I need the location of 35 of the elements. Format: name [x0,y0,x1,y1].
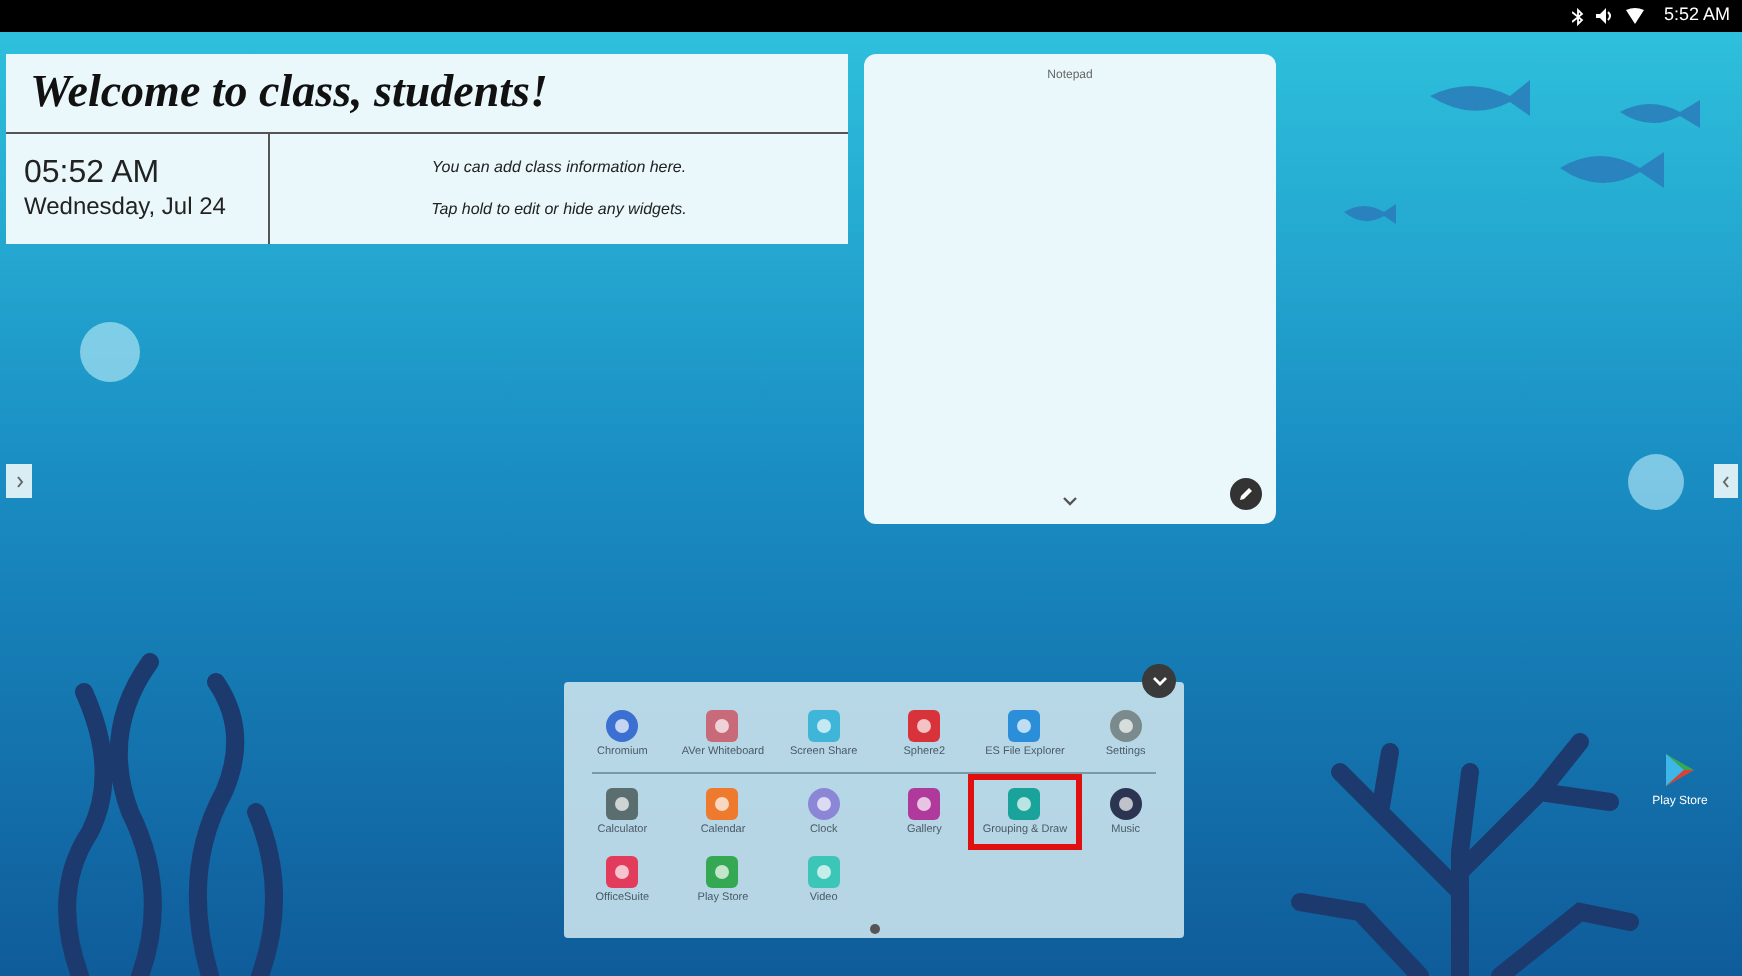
app-icon [1107,708,1144,744]
app-icon [805,786,842,822]
app-icon [604,708,641,744]
app-icon [906,708,943,744]
clock-date: Wednesday, Jul 24 [24,192,228,222]
app-icon [1006,708,1043,744]
app-icon [1006,786,1043,822]
info-text: You can add class information here. [431,156,687,180]
wifi-icon [1625,8,1644,24]
chevron-left-icon [1722,475,1730,487]
status-time: 5:52 AM [1663,2,1730,29]
app-icon [805,854,842,890]
info-text: Tap hold to edit or hide any widgets. [431,198,687,222]
app-icon [604,786,641,822]
left-edge-tab[interactable] [6,464,32,498]
bluetooth-icon [1571,7,1584,25]
clock-time: 05:52 AM [24,156,162,192]
page-indicator-dot [869,924,879,934]
app-icon [604,854,641,890]
right-edge-tab[interactable] [1714,464,1738,498]
volume-icon [1595,8,1614,24]
chevron-down-icon [1151,676,1167,686]
play-triangle-icon [1664,752,1696,788]
welcome-title: Welcome to class, students! [30,64,548,121]
chevron-right-icon [15,475,23,487]
app-icon [704,708,741,744]
app-icon [906,786,943,822]
app-icon [1107,786,1144,822]
app-icon [704,854,741,890]
app-icon [805,708,842,744]
pencil-icon [1238,486,1254,502]
chevron-down-icon[interactable] [1062,495,1078,505]
collapse-button[interactable] [1142,664,1176,698]
app-icon [704,786,741,822]
edit-button[interactable] [1230,478,1262,510]
